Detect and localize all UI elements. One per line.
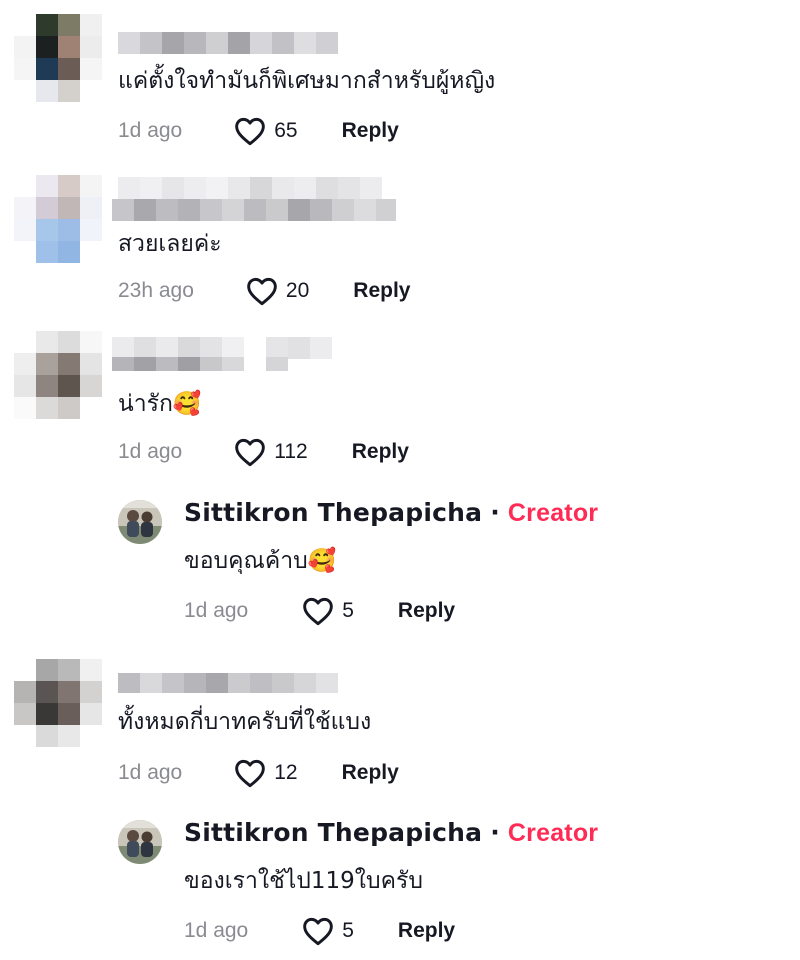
username-blurred-line2: [112, 357, 288, 371]
avatar-blurred[interactable]: [14, 14, 102, 102]
like-button[interactable]: 5: [302, 916, 354, 946]
like-button[interactable]: 12: [234, 758, 298, 788]
creator-badge: Creator: [507, 819, 599, 847]
like-count: 12: [274, 761, 298, 784]
comment-1: แค่ตั้งใจทำมันก็พิเศษมากสำหรับผู้หญิง 1d…: [0, 0, 800, 165]
like-button[interactable]: 65: [234, 116, 298, 146]
username-blurred[interactable]: [118, 673, 338, 693]
username-blurred[interactable]: [118, 32, 338, 54]
comment-text: สวยเลยค่ะ: [118, 231, 222, 257]
like-count: 65: [274, 119, 298, 142]
like-count: 5: [342, 919, 354, 942]
username-blurred-line2: [112, 199, 396, 221]
creator-reply: Sittikron Thepapicha · Creator ของเราใช้ไป…: [0, 810, 800, 960]
comment-2: สวยเลยค่ะ 23h ago 20 Reply: [0, 165, 800, 325]
avatar-blurred[interactable]: [14, 175, 102, 263]
comment-time: 23h ago: [118, 279, 194, 302]
reply-meta: 1d ago 5 Reply: [184, 916, 455, 946]
heart-outline-icon[interactable]: [246, 276, 278, 306]
reply-text: ของเราใช้ไป119ใบครับ: [184, 868, 423, 894]
heart-outline-icon[interactable]: [234, 437, 266, 467]
creator-avatar-photo: [118, 820, 162, 864]
username-blurred[interactable]: [112, 337, 332, 359]
reply-button[interactable]: Reply: [398, 919, 455, 943]
separator-dot: ·: [490, 498, 500, 527]
like-button[interactable]: 20: [246, 276, 309, 306]
creator-name[interactable]: Sittikron Thepapicha: [184, 498, 482, 527]
creator-reply: Sittikron Thepapicha · Creator ขอบคุณค้าบ🥰…: [0, 490, 800, 640]
creator-name-line: Sittikron Thepapicha · Creator: [184, 818, 598, 848]
heart-outline-icon[interactable]: [302, 596, 334, 626]
reply-time: 1d ago: [184, 599, 249, 622]
creator-badge: Creator: [507, 499, 599, 527]
reply-button[interactable]: Reply: [353, 279, 410, 303]
like-count: 5: [342, 599, 354, 622]
creator-name[interactable]: Sittikron Thepapicha: [184, 818, 482, 847]
creator-avatar[interactable]: [118, 500, 162, 544]
like-count: 112: [274, 440, 308, 463]
comment-text: น่ารัก🥰: [118, 391, 202, 417]
separator-dot: ·: [490, 818, 500, 847]
reply-button[interactable]: Reply: [352, 440, 409, 464]
reply-meta: 1d ago 5 Reply: [184, 596, 455, 626]
username-blurred[interactable]: [118, 177, 382, 199]
comment-time: 1d ago: [118, 440, 183, 463]
comment-time: 1d ago: [118, 119, 183, 142]
like-button[interactable]: 112: [234, 437, 308, 467]
comment-text: ทั้งหมดกี่บาทครับที่ใช้แบง: [118, 709, 372, 735]
comment-time: 1d ago: [118, 761, 183, 784]
comment-text: แค่ตั้งใจทำมันก็พิเศษมากสำหรับผู้หญิง: [118, 68, 496, 94]
avatar-blurred[interactable]: [14, 659, 102, 747]
comment-meta: 23h ago 20 Reply: [118, 276, 410, 306]
creator-avatar-photo: [118, 500, 162, 544]
avatar-blurred[interactable]: [14, 331, 102, 419]
comment-meta: 1d ago 12 Reply: [118, 758, 399, 788]
heart-outline-icon[interactable]: [234, 758, 266, 788]
reply-button[interactable]: Reply: [342, 119, 399, 143]
reply-time: 1d ago: [184, 919, 249, 942]
heart-outline-icon[interactable]: [234, 116, 266, 146]
reply-button[interactable]: Reply: [342, 761, 399, 785]
reply-button[interactable]: Reply: [398, 599, 455, 623]
reply-text: ขอบคุณค้าบ🥰: [184, 548, 337, 574]
like-button[interactable]: 5: [302, 596, 354, 626]
creator-name-line: Sittikron Thepapicha · Creator: [184, 498, 598, 528]
like-count: 20: [285, 279, 310, 302]
creator-avatar[interactable]: [118, 820, 162, 864]
heart-outline-icon[interactable]: [302, 916, 334, 946]
comment-meta: 1d ago 112 Reply: [118, 437, 409, 467]
comment-meta: 1d ago 65 Reply: [118, 116, 399, 146]
comment-4: ทั้งหมดกี่บาทครับที่ใช้แบง 1d ago 12 Rep…: [0, 645, 800, 960]
comment-3: น่ารัก🥰 1d ago 112 Reply Sittikron Thepa…: [0, 325, 800, 645]
